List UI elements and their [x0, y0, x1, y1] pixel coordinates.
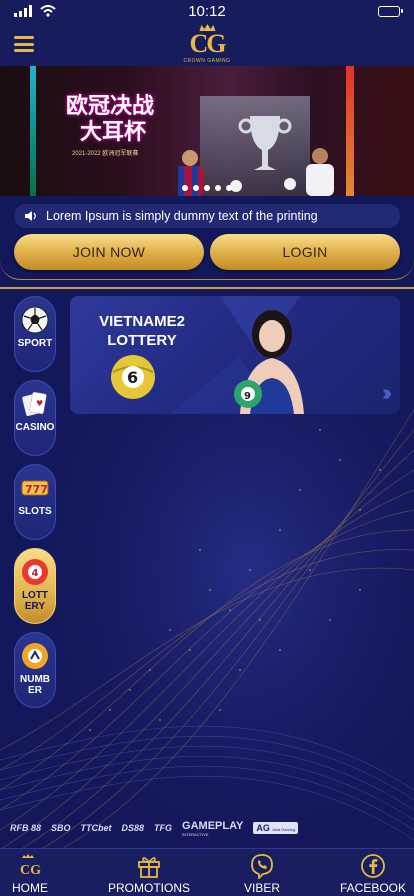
gift-icon	[138, 857, 160, 878]
auth-buttons-panel: JOIN NOW LOGIN	[0, 230, 414, 280]
partner-logo: DS88	[121, 823, 145, 833]
logo-mark: CG	[189, 29, 226, 58]
soccer-ball-icon	[21, 306, 49, 334]
status-time: 10:12	[188, 2, 226, 20]
banner-pagination[interactable]	[182, 185, 232, 191]
menu-hamburger-icon[interactable]	[14, 36, 34, 52]
viber-icon	[251, 854, 273, 879]
lottery-ball-icon: 4	[22, 559, 48, 585]
banner-dot[interactable]	[193, 185, 199, 191]
nav-viber[interactable]: VIBER	[244, 853, 280, 895]
banner-dot[interactable]	[215, 185, 221, 191]
partner-logos: RFB 88 SBO TTCbet DS88 TFG GAMEPLAY INTE…	[0, 810, 414, 846]
card-arrow-icon: ›››	[382, 380, 392, 405]
nav-facebook[interactable]: FACEBOOK	[340, 853, 406, 895]
hostess-image: 9	[234, 310, 304, 414]
logo-subtitle: CROWN GAMING	[183, 58, 231, 64]
nav-label: VIBER	[244, 881, 281, 895]
category-label: SLOTS	[18, 506, 52, 517]
svg-text:9: 9	[244, 391, 251, 402]
bottom-navigation: CG HOME PROMOTIONS VIBER FACEBOOK	[0, 848, 414, 896]
crown-gaming-logo[interactable]: CG CROWN GAMING	[183, 24, 230, 64]
nav-label: FACEBOOK	[340, 881, 407, 895]
playing-cards-icon: ♥	[22, 392, 47, 416]
lottery-title: VIETNAME2 LOTTERY	[99, 313, 185, 349]
svg-text:4: 4	[32, 568, 39, 579]
banner-title: 欧冠决战 大耳杯	[66, 94, 155, 145]
nav-home[interactable]: CG HOME	[12, 853, 48, 895]
announcement-marquee[interactable]: Lorem Ipsum is simply dummy text of the …	[14, 204, 400, 228]
announcement-text: Lorem Ipsum is simply dummy text of the …	[46, 209, 318, 223]
join-now-button[interactable]: JOIN NOW	[14, 234, 204, 270]
partner-logo: GAMEPLAY INTERACTIVE	[182, 819, 244, 837]
lottery-game-card[interactable]: VIETNAME2 LOTTERY 6 9 ›››	[70, 296, 400, 414]
promo-banner[interactable]: 欧冠决战 大耳杯 2021-2022 欧洲冠军联赛	[0, 66, 414, 196]
partner-logo: SBO	[51, 823, 71, 833]
svg-text:6: 6	[127, 368, 138, 387]
lottery-ball-6-icon: 6	[111, 355, 155, 399]
svg-text:♥: ♥	[36, 399, 43, 408]
banner-artwork	[178, 116, 334, 196]
status-bar: 10:12	[0, 0, 414, 22]
nav-label: HOME	[12, 881, 48, 895]
banner-dot[interactable]	[226, 185, 232, 191]
partner-logo: RFB 88	[10, 823, 42, 833]
slot-777-icon: 777	[21, 480, 49, 496]
battery-icon	[377, 5, 403, 17]
category-label: SPORT	[17, 338, 53, 349]
category-casino[interactable]: ♥ CASINO	[14, 380, 56, 456]
category-lottery[interactable]: 4 LOTT ERY	[14, 548, 56, 624]
category-label: CASINO	[15, 422, 55, 433]
trophy-icon	[238, 116, 292, 170]
partner-logo: AG Asia Gaming	[253, 822, 299, 834]
category-number[interactable]: NUMB ER	[14, 632, 56, 708]
category-sport[interactable]: SPORT	[14, 296, 56, 372]
facebook-icon	[361, 854, 385, 878]
banner-dot[interactable]	[182, 185, 188, 191]
nav-promotions[interactable]: PROMOTIONS	[108, 853, 190, 895]
section-divider	[0, 287, 414, 289]
partner-logo: TFG	[154, 823, 173, 833]
category-label: LOTT ERY	[21, 590, 49, 612]
category-slots[interactable]: 777 SLOTS	[14, 464, 56, 540]
svg-text:CG: CG	[20, 863, 41, 878]
number-ball-icon	[22, 643, 48, 669]
partner-logo: TTCbet	[80, 823, 112, 833]
category-label: NUMB ER	[20, 674, 50, 696]
status-signal-group	[14, 5, 56, 17]
player-right	[306, 148, 334, 196]
nav-label: PROMOTIONS	[108, 881, 191, 895]
speaker-icon	[25, 211, 36, 221]
banner-dot[interactable]	[204, 185, 210, 191]
login-button[interactable]: LOGIN	[210, 234, 400, 270]
wifi-icon	[40, 5, 56, 17]
banner-caption: 2021-2022 欧洲冠军联赛	[72, 151, 139, 157]
signal-icon	[14, 5, 32, 17]
home-cg-icon: CG	[20, 854, 41, 878]
svg-text:777: 777	[25, 483, 48, 496]
app-header: CG CROWN GAMING	[0, 22, 414, 66]
